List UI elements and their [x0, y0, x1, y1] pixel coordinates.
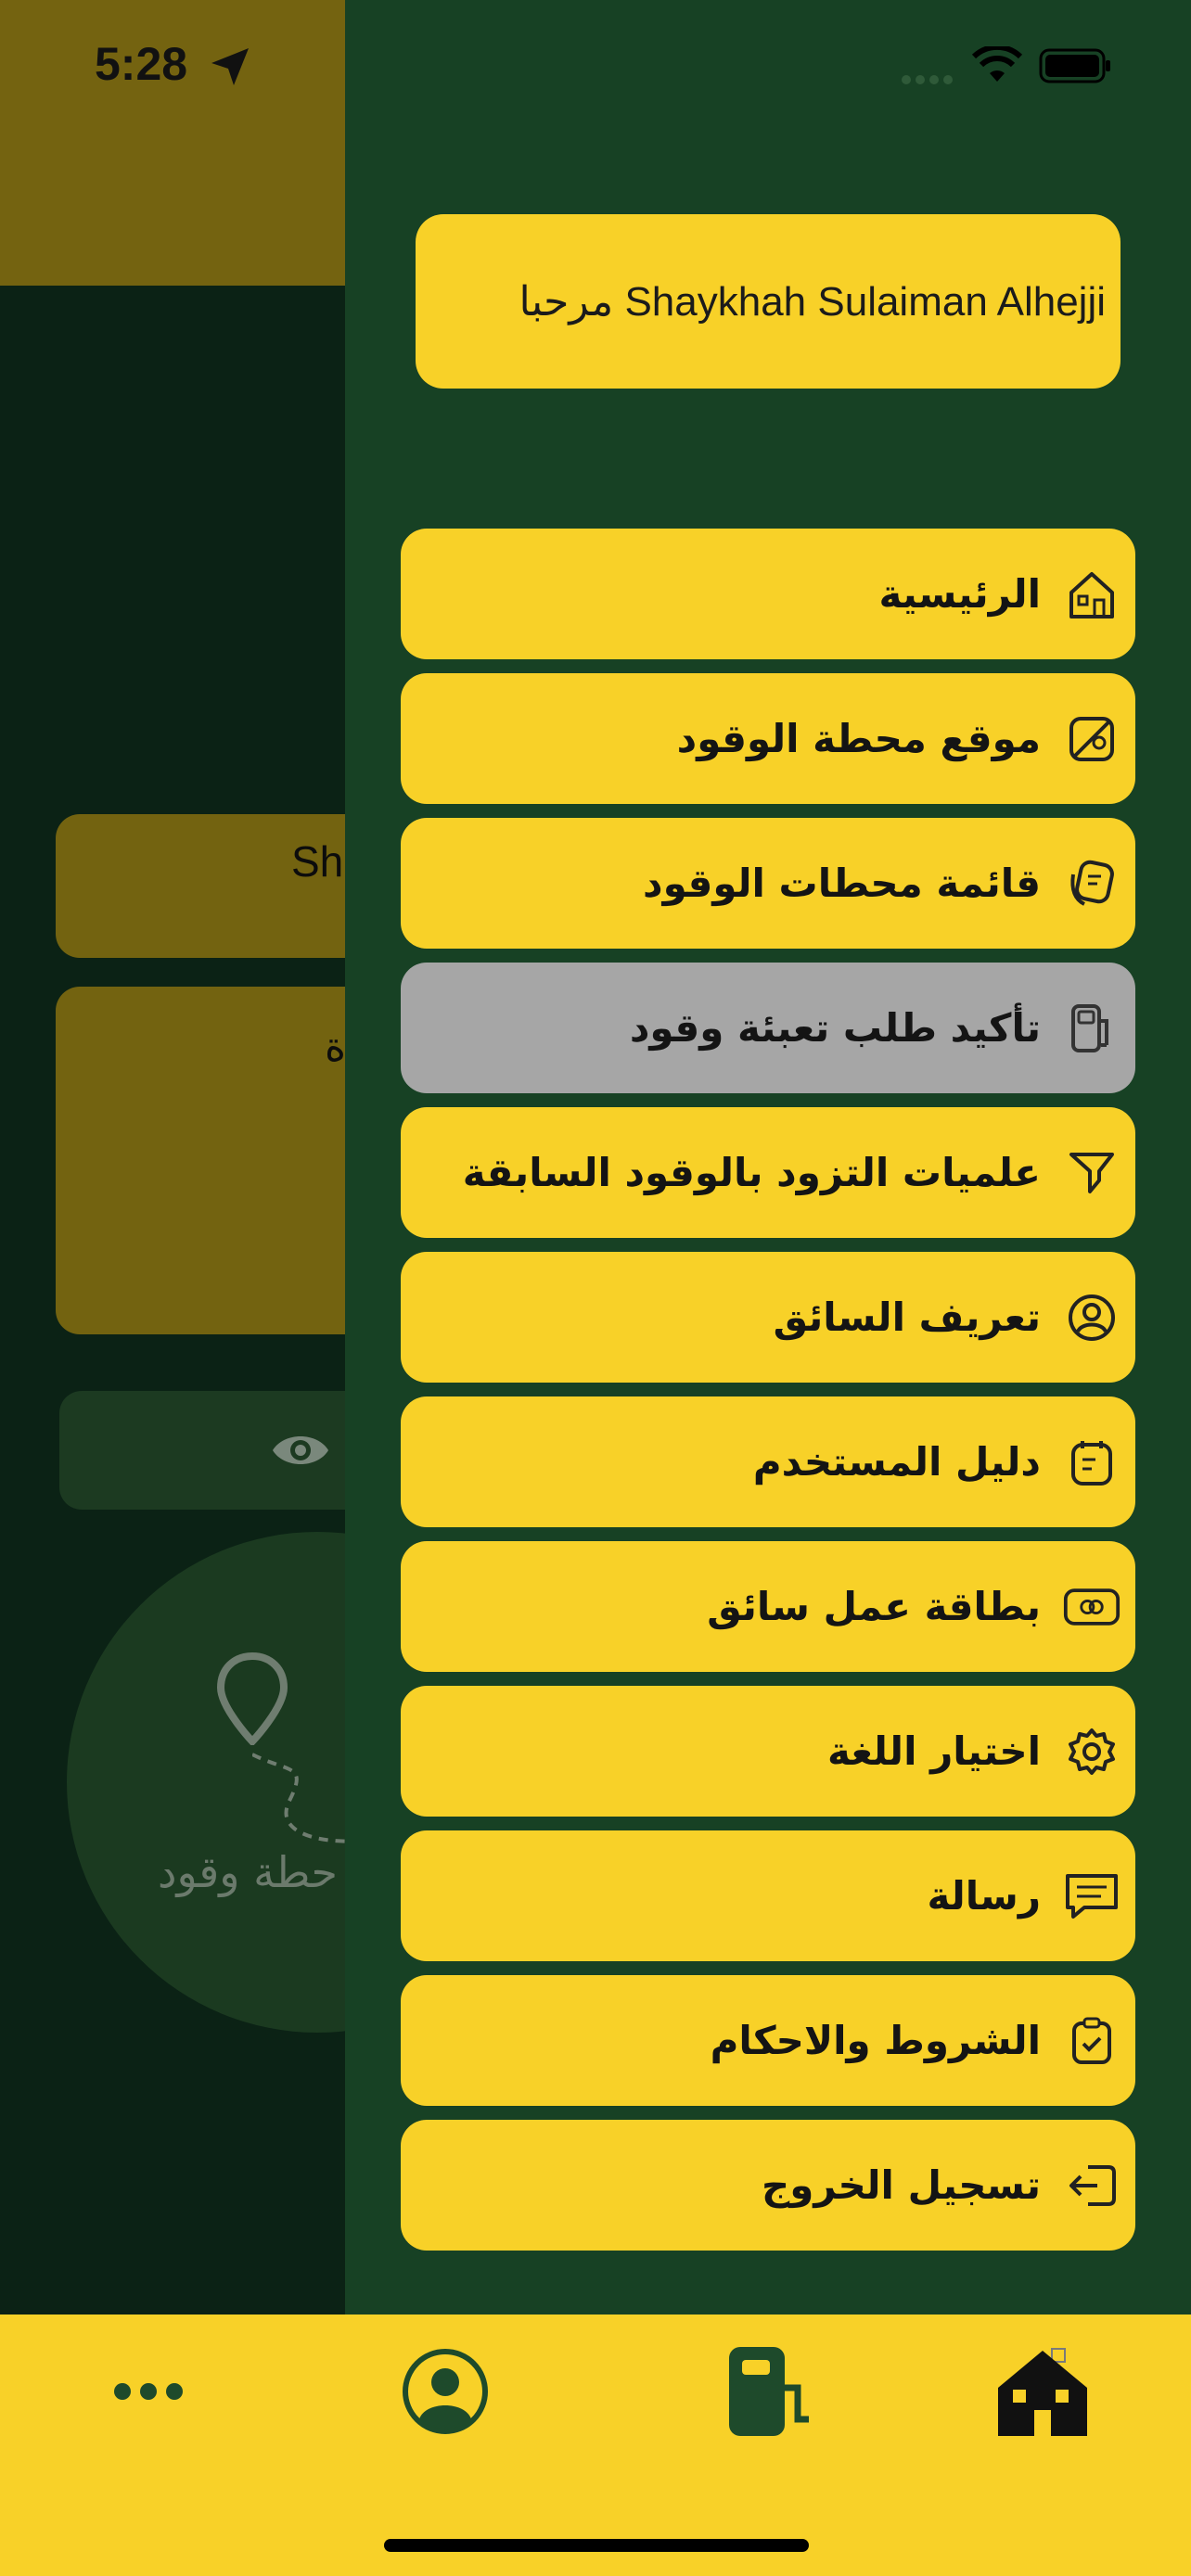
logout-icon — [1063, 2157, 1121, 2214]
funnel-icon — [1063, 1144, 1121, 1202]
location-arrow-icon — [208, 45, 252, 93]
guide-icon — [1063, 1434, 1121, 1491]
menu-item-label: الرئيسية — [878, 571, 1041, 617]
tab-fuel[interactable] — [705, 2333, 835, 2454]
menu-item-label: رسالة — [927, 1873, 1042, 1919]
menu-item-label: الشروط والاحكام — [710, 2018, 1041, 2063]
list-icon — [1063, 855, 1121, 912]
eye-icon — [269, 1422, 332, 1482]
battery-icon — [1039, 48, 1113, 89]
clipboard-check-icon — [1063, 2012, 1121, 2070]
menu-item-user-guide[interactable]: دليل المستخدم — [401, 1396, 1135, 1527]
welcome-text: مرحبا Shaykhah Sulaiman Alhejji — [519, 278, 1106, 325]
map-icon — [1063, 710, 1121, 768]
menu-item-message[interactable]: رسالة — [401, 1830, 1135, 1961]
menu-item-label: تسجيل الخروج — [762, 2162, 1041, 2208]
menu-item-home[interactable]: الرئيسية — [401, 529, 1135, 659]
menu-item-terms[interactable]: الشروط والاحكام — [401, 1975, 1135, 2106]
welcome-card: مرحبا Shaykhah Sulaiman Alhejji — [416, 214, 1121, 389]
menu-item-label: تأكيد طلب تعبئة وقود — [629, 1005, 1041, 1051]
menu-item-station-location[interactable]: موقع محطة الوقود — [401, 673, 1135, 804]
profile-icon — [401, 2347, 490, 2440]
wifi-icon — [971, 44, 1023, 87]
bottom-tab-bar — [0, 2315, 1191, 2576]
menu-item-driver-profile[interactable]: تعريف السائق — [401, 1252, 1135, 1383]
gear-icon — [1063, 1723, 1121, 1780]
menu-item-label: موقع محطة الوقود — [676, 716, 1041, 761]
menu-item-label: دليل المستخدم — [752, 1439, 1041, 1485]
user-circle-icon — [1063, 1289, 1121, 1346]
location-pin-icon — [215, 1651, 289, 1755]
more-icon — [113, 2382, 184, 2404]
fuel-pump-icon — [1063, 1000, 1121, 1057]
status-time: 5:28 — [95, 38, 188, 90]
tab-profile[interactable] — [380, 2333, 510, 2454]
menu-item-label: قائمة محطات الوقود — [643, 861, 1041, 906]
menu-item-logout[interactable]: تسجيل الخروج — [401, 2120, 1135, 2251]
home-icon — [1063, 566, 1121, 623]
background-station-label: حطة وقود — [158, 1847, 338, 1897]
message-icon — [1063, 1868, 1121, 1925]
background-text-fragment: ة — [325, 1024, 347, 1071]
menu-item-stations-list[interactable]: قائمة محطات الوقود — [401, 818, 1135, 949]
menu-item-driver-work-card[interactable]: بطاقة عمل سائق — [401, 1541, 1135, 1672]
menu-item-label: اختيار اللغة — [826, 1728, 1041, 1774]
menu-item-label: علميات التزود بالوقود السابقة — [462, 1150, 1041, 1195]
home-icon — [996, 2345, 1089, 2442]
tab-home[interactable] — [978, 2333, 1108, 2454]
cellular-signal-icon — [902, 72, 955, 90]
menu-item-confirm-fuel-request[interactable]: تأكيد طلب تعبئة وقود — [401, 963, 1135, 1093]
menu-item-label: تعريف السائق — [773, 1294, 1041, 1340]
menu-item-previous-refuels[interactable]: علميات التزود بالوقود السابقة — [401, 1107, 1135, 1238]
card-icon — [1063, 1578, 1121, 1636]
fuel-pump-icon — [725, 2345, 814, 2442]
tab-more[interactable] — [83, 2333, 213, 2454]
menu-item-language[interactable]: اختيار اللغة — [401, 1686, 1135, 1817]
menu-item-label: بطاقة عمل سائق — [707, 1584, 1041, 1629]
background-name-fragment: Sh — [291, 837, 344, 886]
home-indicator — [384, 2539, 809, 2552]
